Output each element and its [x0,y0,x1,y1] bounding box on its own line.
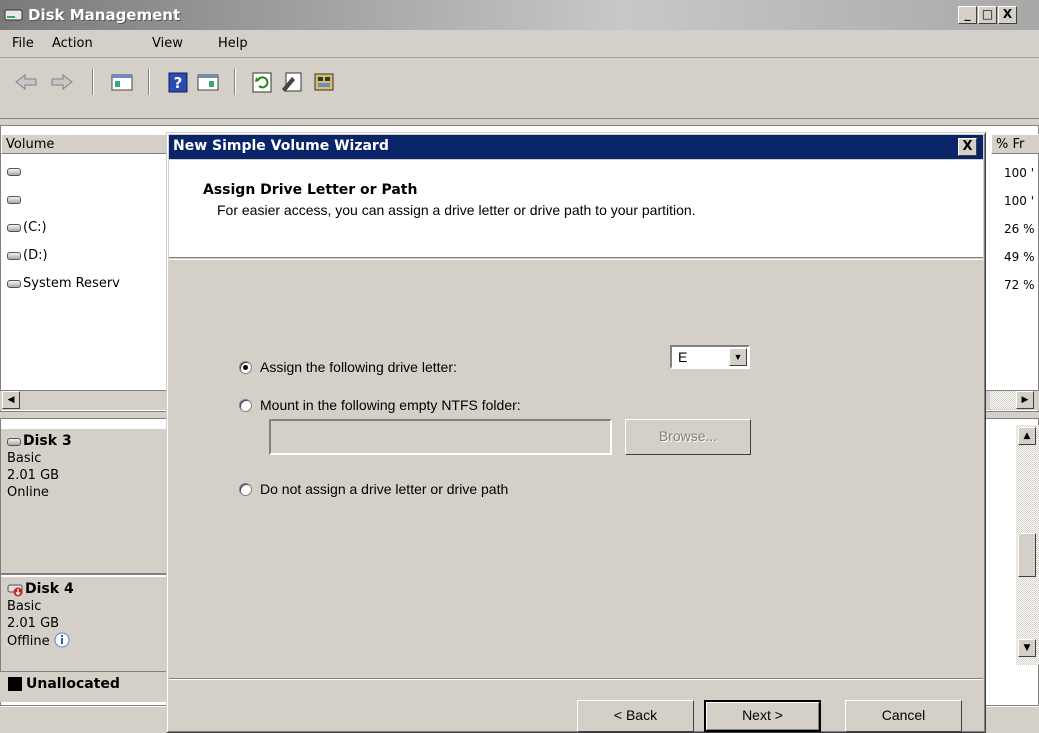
radio-button[interactable] [239,399,252,412]
menu-view[interactable]: View [152,36,183,51]
next-button[interactable]: Next > [704,700,821,732]
back-arrow-icon[interactable] [14,71,38,93]
disk-size: 2.01 GB [7,468,60,483]
volume-row[interactable] [7,164,23,184]
close-button[interactable]: X [998,6,1017,24]
scrollbar-track[interactable] [990,391,1016,409]
disk-3-card[interactable]: Disk 3 Basic 2.01 GB Online [1,429,167,575]
drive-icon [7,195,21,204]
wizard-title: New Simple Volume Wizard [173,138,389,154]
percent-free-cell: 26 % [1004,222,1035,236]
drive-icon [7,279,21,288]
toolbar-separator [234,69,236,95]
disk-offline-icon [7,584,23,596]
disk-name: Disk 4 [25,581,74,597]
disk-status: Offline [7,634,50,649]
svg-text:?: ? [174,74,183,92]
disk-type: Basic [7,451,42,466]
drive-icon [7,167,21,176]
minimize-button[interactable]: _ [958,6,977,24]
scroll-down-icon[interactable]: ▼ [1018,639,1036,657]
percent-free-cell: 49 % [1004,250,1035,264]
wizard-header: Assign Drive Letter or Path For easier a… [169,160,983,258]
toolbar-separator [148,69,150,95]
volume-row[interactable]: System Reserv [7,276,120,296]
disk-status: Online [7,485,49,500]
footer-divider [169,678,983,680]
disk-size: 2.01 GB [7,616,60,631]
volume-row[interactable] [7,192,23,212]
properties-pane-icon[interactable] [196,71,220,93]
disk-management-icon [4,9,23,21]
help-icon[interactable]: ? [166,71,190,93]
refresh-icon[interactable] [250,71,274,93]
volume-row[interactable]: (C:) [7,220,47,240]
disk-type: Basic [7,599,42,614]
wizard-close-button[interactable]: X [958,138,977,156]
radio-no-drive-letter[interactable]: Do not assign a drive letter or drive pa… [239,481,508,497]
legend-swatch [8,677,22,691]
drive-icon [7,223,21,232]
disk-name: Disk 3 [23,433,72,449]
toolbar: ? [0,59,1039,119]
drive-icon [7,251,21,260]
cancel-button[interactable]: Cancel [845,700,962,732]
menu-bar: File Action View Help [0,30,1039,58]
scroll-right-icon[interactable]: ▶ [1016,391,1034,409]
menu-action[interactable]: Action [52,36,93,51]
window-title: Disk Management [28,6,181,24]
scrollbar-thumb[interactable] [1018,533,1036,577]
percent-free-cell: 72 % [1004,278,1035,292]
ntfs-folder-path-input[interactable] [269,419,612,455]
maximize-button[interactable]: □ [978,6,997,24]
info-icon[interactable] [54,632,70,648]
wizard-subheading: For easier access, you can assign a driv… [217,202,696,218]
disk-icon [7,437,21,446]
browse-button[interactable]: Browse... [625,419,751,455]
column-header-volume[interactable]: Volume [1,134,167,154]
scroll-up-icon[interactable]: ▲ [1018,427,1036,445]
drive-letter-select[interactable]: E ▼ [670,345,750,369]
scroll-left-icon[interactable]: ◀ [2,391,20,409]
legend-unallocated: Unallocated [0,672,166,702]
disk-settings-icon[interactable] [312,71,336,93]
radio-assign-drive-letter[interactable]: Assign the following drive letter: [239,359,457,375]
forward-arrow-icon[interactable] [50,71,74,93]
properties-icon[interactable] [280,71,304,93]
percent-free-cell: 100 ' [1004,166,1035,180]
radio-button[interactable] [239,483,252,496]
new-simple-volume-wizard: New Simple Volume Wizard X Assign Drive … [166,132,986,733]
title-bar: Disk Management _ □ X [0,0,1039,30]
menu-help[interactable]: Help [218,36,248,51]
column-header-percent-free[interactable]: % Fr [991,134,1039,154]
radio-mount-ntfs-folder[interactable]: Mount in the following empty NTFS folder… [239,397,521,413]
vertical-scrollbar[interactable]: ▲ ▼ [1016,425,1039,665]
volume-row[interactable]: (D:) [7,248,48,268]
header-divider [169,259,983,260]
percent-free-cell: 100 ' [1004,194,1035,208]
chevron-down-icon[interactable]: ▼ [729,348,747,366]
disk-4-card[interactable]: Disk 4 Basic 2.01 GB Offline [1,577,167,673]
radio-button[interactable] [239,361,252,374]
wizard-heading: Assign Drive Letter or Path [203,182,418,198]
back-button[interactable]: < Back [577,700,694,732]
menu-file[interactable]: File [12,36,34,51]
toolbar-separator [92,69,94,95]
wizard-title-bar: New Simple Volume Wizard X [169,135,983,159]
console-tree-icon[interactable] [110,71,134,93]
